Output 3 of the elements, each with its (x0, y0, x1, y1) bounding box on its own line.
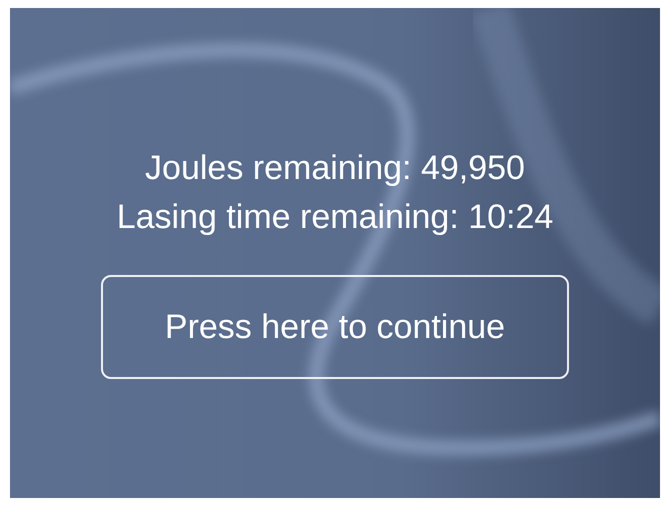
status-text: Lasing time remaining: 10:24 (116, 197, 554, 237)
continue-button[interactable]: Press here to continue (101, 275, 569, 379)
status-text: Joules remaining: 49,950 (145, 148, 525, 188)
